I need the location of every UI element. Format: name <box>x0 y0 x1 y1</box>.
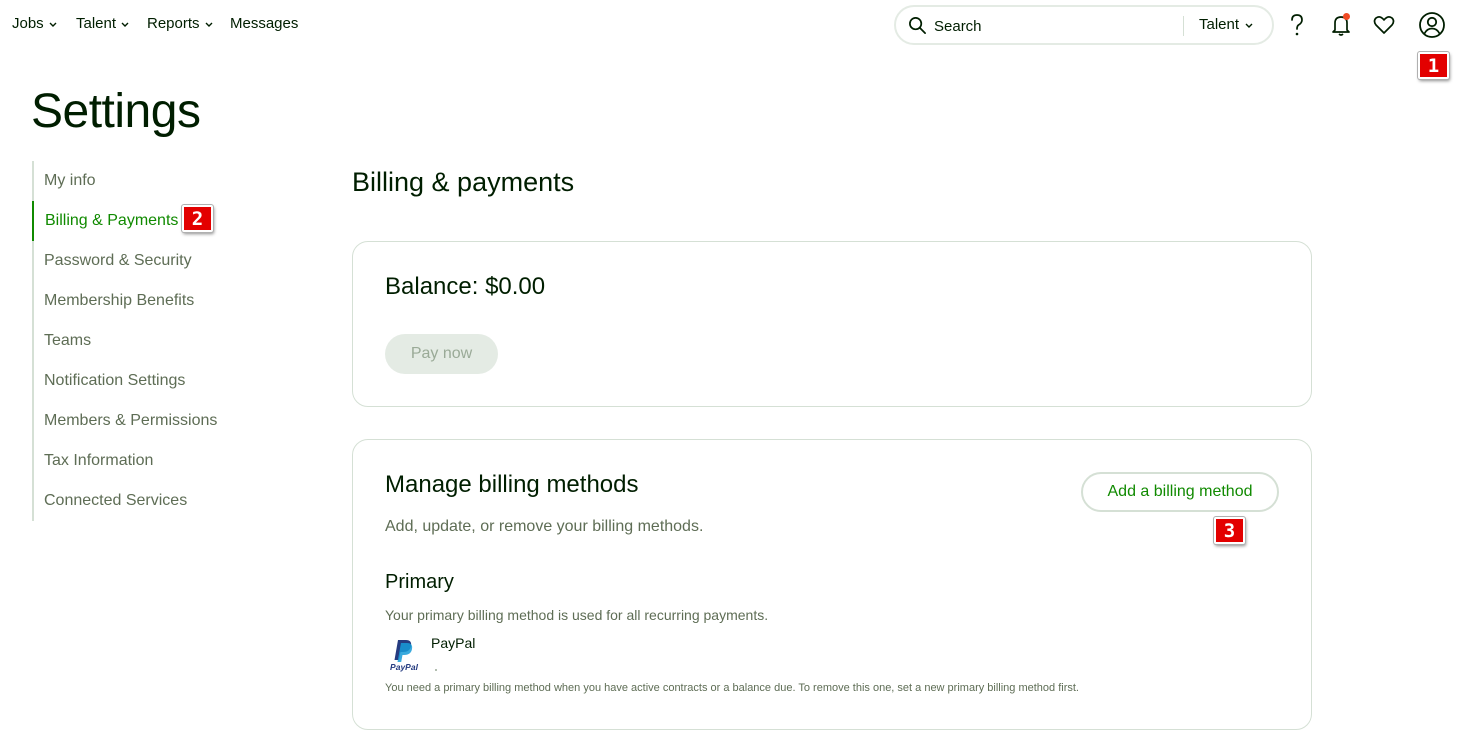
chevron-down-icon <box>49 22 57 27</box>
sidebar-item-members-permissions[interactable]: Members & Permissions <box>34 401 217 441</box>
billing-method-name: PayPal <box>431 635 476 651</box>
nav-messages[interactable]: Messages <box>230 15 298 32</box>
sidebar-item-password-security[interactable]: Password & Security <box>34 241 192 281</box>
sidebar-item-connected-services[interactable]: Connected Services <box>34 481 187 521</box>
primary-note: You need a primary billing method when y… <box>385 682 1079 694</box>
nav-reports-label: Reports <box>147 15 200 32</box>
sidebar-item-teams[interactable]: Teams <box>34 321 91 361</box>
nav-talent[interactable]: Talent <box>76 15 130 32</box>
nav-talent-label: Talent <box>76 15 117 32</box>
settings-sidebar: My info Billing & Payments Password & Se… <box>32 161 292 521</box>
billing-methods-card: Manage billing methods Add, update, or r… <box>352 439 1312 730</box>
annotation-badge-2: 2 <box>182 205 213 232</box>
search-box: Talent <box>894 5 1274 45</box>
annotation-badge-1: 1 <box>1418 52 1449 79</box>
sidebar-item-billing-payments[interactable]: Billing & Payments <box>32 201 178 241</box>
billing-methods-subtitle: Add, update, or remove your billing meth… <box>385 518 704 535</box>
chevron-down-icon <box>1245 23 1253 28</box>
search-scope-dropdown[interactable]: Talent <box>1199 16 1254 33</box>
sidebar-item-membership-benefits[interactable]: Membership Benefits <box>34 281 194 321</box>
chevron-down-icon <box>205 22 213 27</box>
notifications-button[interactable] <box>1326 10 1356 40</box>
chevron-down-icon <box>121 22 129 27</box>
balance-amount: Balance: $0.00 <box>385 273 546 300</box>
sidebar-item-tax-information[interactable]: Tax Information <box>34 441 153 481</box>
section-heading: Billing & payments <box>352 167 575 197</box>
billing-method-detail-dot <box>435 669 437 671</box>
nav-jobs[interactable]: Jobs <box>12 15 58 32</box>
nav-reports[interactable]: Reports <box>147 15 214 32</box>
balance-card: Balance: $0.00 Pay now <box>352 241 1312 407</box>
search-divider <box>1183 16 1184 36</box>
search-scope-label: Talent <box>1199 16 1240 33</box>
top-navigation: Jobs Talent Reports Messages Talent <box>0 0 1470 50</box>
help-button[interactable] <box>1282 10 1312 40</box>
annotation-badge-3: 3 <box>1214 517 1245 544</box>
page-title: Settings <box>31 85 201 138</box>
primary-description: Your primary billing method is used for … <box>385 607 769 623</box>
sidebar-item-my-info[interactable]: My info <box>34 161 96 201</box>
paypal-logo-text: PayPal <box>390 662 419 672</box>
add-billing-method-button[interactable]: Add a billing method <box>1081 472 1279 512</box>
help-icon <box>1291 14 1303 36</box>
saved-button[interactable] <box>1369 10 1399 40</box>
search-input[interactable] <box>934 15 1174 37</box>
primary-heading: Primary <box>385 571 454 593</box>
user-icon <box>1419 12 1445 38</box>
nav-jobs-label: Jobs <box>12 15 44 32</box>
search-icon <box>909 17 926 34</box>
sidebar-item-notification-settings[interactable]: Notification Settings <box>34 361 185 401</box>
paypal-logo-icon: PayPal <box>390 640 419 672</box>
billing-methods-title: Manage billing methods <box>385 471 639 498</box>
pay-now-button[interactable]: Pay now <box>385 334 498 374</box>
notification-dot <box>1343 13 1350 20</box>
nav-messages-label: Messages <box>230 15 299 32</box>
account-menu-button[interactable] <box>1417 10 1447 40</box>
heart-icon <box>1373 16 1395 34</box>
